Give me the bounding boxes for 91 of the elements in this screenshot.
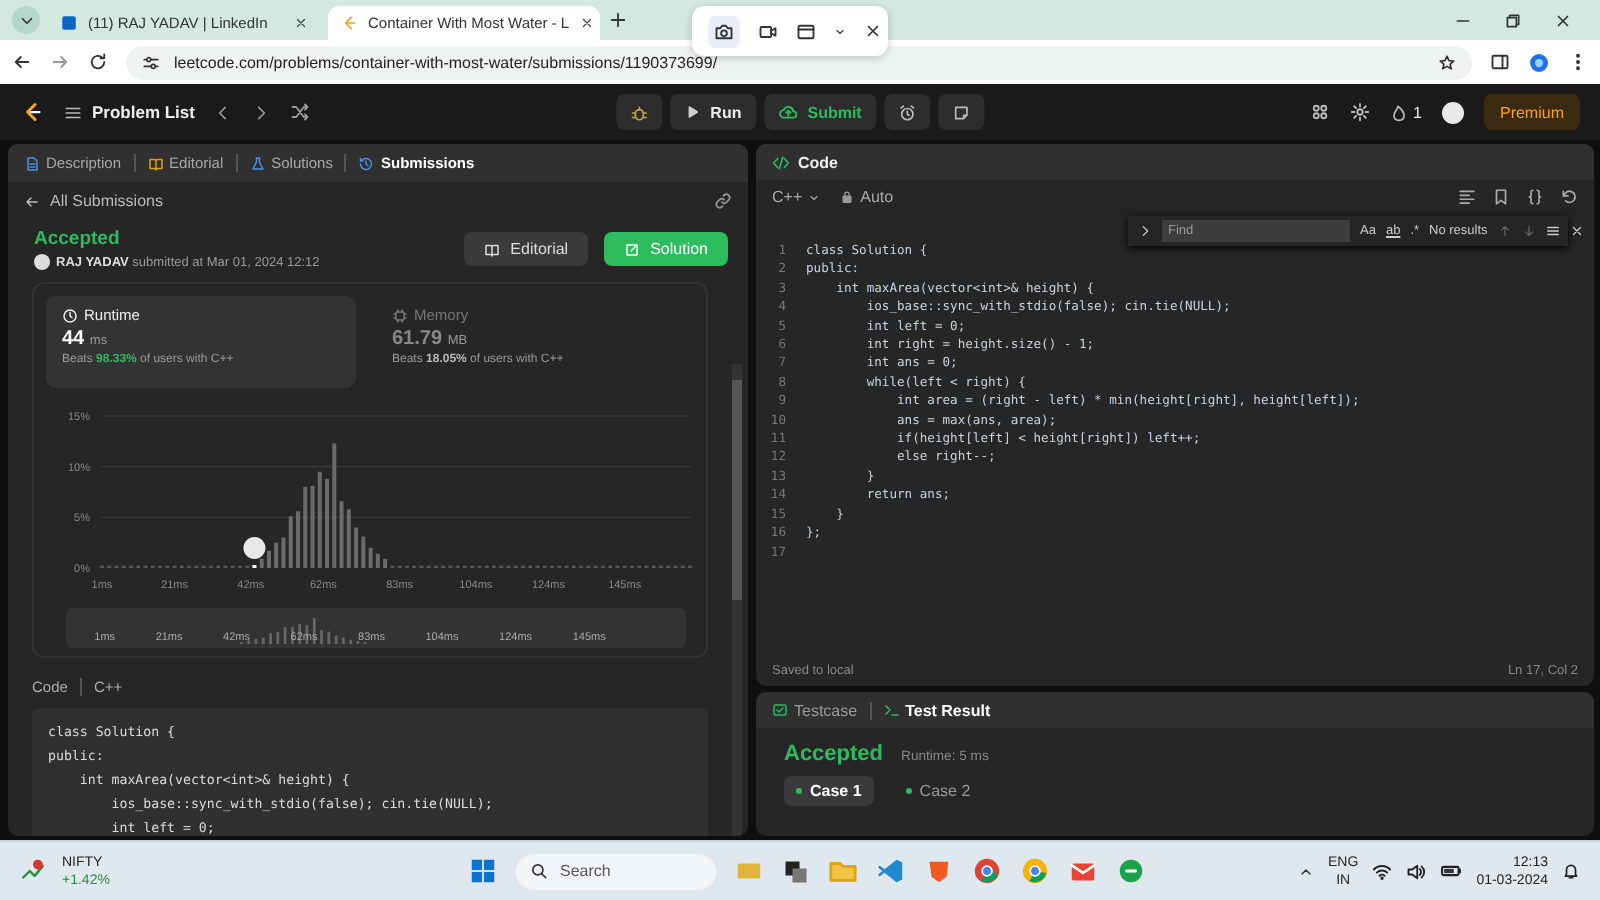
user-avatar bbox=[34, 254, 50, 270]
avatar[interactable] bbox=[1441, 101, 1464, 123]
result-status: Accepted bbox=[784, 742, 884, 766]
profile-icon[interactable] bbox=[1528, 51, 1550, 73]
close-icon[interactable] bbox=[294, 16, 308, 30]
avatar-marker bbox=[243, 537, 266, 559]
video-icon[interactable] bbox=[758, 21, 778, 41]
chrome-icon[interactable] bbox=[1020, 856, 1050, 886]
grid-icon[interactable] bbox=[1309, 102, 1330, 122]
terminal-icon bbox=[883, 702, 900, 718]
task-view-icon[interactable] bbox=[782, 857, 810, 885]
submit-button[interactable]: Submit bbox=[763, 94, 876, 130]
clock-icon bbox=[62, 307, 78, 323]
chip-icon bbox=[392, 307, 408, 323]
bookmark-icon[interactable] bbox=[1492, 188, 1510, 206]
book-icon bbox=[147, 155, 164, 171]
address-bar[interactable]: leetcode.com/problems/container-with-most-water/submissions/1190373699/ bbox=[126, 45, 1472, 79]
editorial-button[interactable]: Editorial bbox=[464, 232, 589, 266]
close-icon[interactable] bbox=[1554, 11, 1572, 29]
book-icon bbox=[484, 241, 501, 257]
case-tab[interactable]: Case 2 bbox=[893, 776, 983, 806]
alarm-button[interactable] bbox=[883, 94, 930, 130]
camera-icon[interactable] bbox=[714, 21, 734, 41]
notes-button[interactable] bbox=[937, 94, 984, 130]
list-icon bbox=[64, 103, 82, 121]
settings-icon[interactable] bbox=[1349, 102, 1370, 122]
market-icon bbox=[20, 858, 46, 884]
back-arrow-icon bbox=[24, 193, 40, 209]
volume-icon[interactable] bbox=[1406, 861, 1427, 881]
leetcode-logo-icon bbox=[20, 100, 44, 124]
chevron-down-icon bbox=[834, 25, 846, 37]
alarm-icon bbox=[897, 103, 916, 121]
wifi-icon[interactable] bbox=[1372, 861, 1393, 881]
flask-icon bbox=[249, 155, 266, 171]
new-tab-icon[interactable] bbox=[608, 10, 628, 30]
notification-icon[interactable] bbox=[1562, 862, 1580, 880]
site-info-icon bbox=[142, 53, 160, 71]
start-icon[interactable] bbox=[468, 856, 498, 886]
expand-icon[interactable] bbox=[1138, 224, 1152, 238]
panel-tab[interactable]: Test Result bbox=[883, 701, 991, 719]
document-icon bbox=[24, 155, 40, 171]
braces-icon[interactable] bbox=[1526, 188, 1544, 206]
testcase-icon bbox=[772, 702, 788, 718]
sidebar-icon[interactable] bbox=[1490, 52, 1510, 72]
bug-icon bbox=[630, 103, 649, 121]
panel-title: Code bbox=[798, 153, 838, 171]
search-field[interactable]: Search bbox=[516, 853, 716, 889]
panel-tab[interactable]: Testcase bbox=[772, 701, 858, 719]
problem-list-button[interactable]: Problem List bbox=[64, 102, 195, 122]
code-icon bbox=[772, 153, 790, 171]
chevron-down-icon bbox=[808, 191, 821, 203]
chevron-up-icon[interactable] bbox=[1298, 863, 1315, 879]
lock-icon bbox=[840, 190, 855, 204]
passed-dot bbox=[905, 788, 912, 794]
forward-icon[interactable] bbox=[50, 52, 70, 72]
star-icon[interactable] bbox=[1438, 53, 1456, 71]
premium-button[interactable]: Premium bbox=[1483, 94, 1580, 130]
edit-icon bbox=[624, 241, 641, 257]
chrome-icon[interactable] bbox=[972, 856, 1002, 886]
back-icon[interactable] bbox=[12, 52, 32, 72]
debug-button[interactable] bbox=[616, 94, 663, 130]
run-button[interactable]: Run bbox=[670, 94, 756, 130]
language-dropdown[interactable]: C++ bbox=[772, 188, 821, 206]
tab-list-button[interactable] bbox=[12, 6, 40, 34]
next-icon[interactable] bbox=[252, 103, 271, 121]
code-editor-icon[interactable] bbox=[876, 856, 906, 886]
selection-icon[interactable] bbox=[1545, 224, 1560, 238]
leetcode-logo-icon bbox=[340, 14, 358, 32]
reset-icon[interactable] bbox=[1560, 188, 1578, 206]
reload-icon[interactable] bbox=[88, 52, 108, 72]
note-icon bbox=[951, 103, 970, 121]
history-icon bbox=[358, 155, 375, 171]
previous-match-icon[interactable] bbox=[1497, 224, 1512, 238]
link-icon[interactable] bbox=[714, 192, 732, 210]
close-icon[interactable] bbox=[579, 16, 594, 30]
linkedin-logo-icon bbox=[60, 14, 78, 32]
restore-icon[interactable] bbox=[1504, 11, 1522, 29]
streak-count: 1 bbox=[1413, 103, 1422, 121]
shuffle-icon[interactable] bbox=[290, 102, 311, 122]
close-icon[interactable] bbox=[864, 22, 882, 40]
back-link[interactable]: All Submissions bbox=[24, 192, 163, 210]
mode-label: Auto bbox=[860, 188, 894, 206]
fire-icon bbox=[1389, 103, 1408, 121]
case-tab[interactable]: Case 1 bbox=[784, 776, 874, 806]
passed-dot bbox=[796, 788, 802, 794]
battery-icon[interactable] bbox=[1440, 860, 1463, 882]
cloud-upload-icon bbox=[777, 102, 798, 122]
play-icon bbox=[684, 104, 701, 120]
format-icon[interactable] bbox=[1458, 188, 1476, 206]
status-text: Accepted bbox=[34, 228, 122, 250]
window-icon[interactable] bbox=[796, 21, 816, 41]
